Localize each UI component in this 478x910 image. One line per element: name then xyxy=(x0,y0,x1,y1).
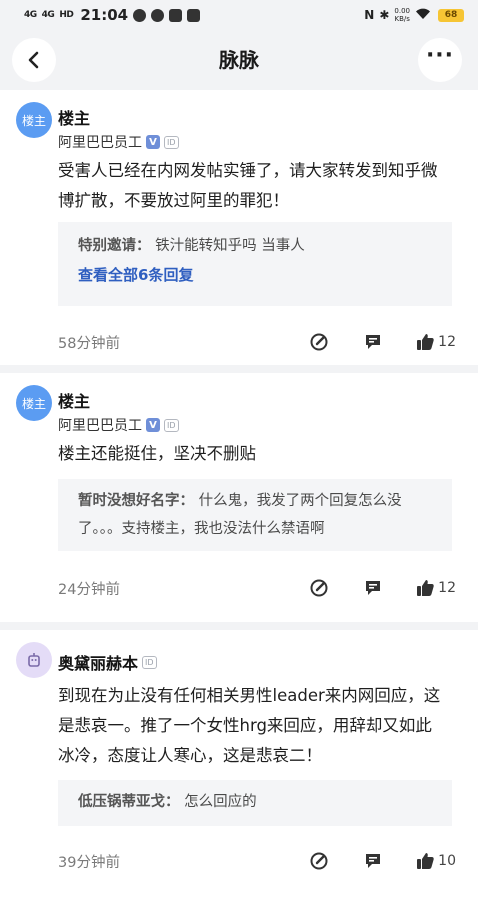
page-title: 脉脉 xyxy=(219,48,259,72)
user-meta: 阿里巴巴员工 V ID xyxy=(58,415,179,435)
edit-button[interactable] xyxy=(307,576,331,600)
comment-card: 楼主 楼主 阿里巴巴员工 V ID 楼主还能挺住，坚决不删贴 暂时没想好名字： … xyxy=(0,373,478,630)
reply-author[interactable]: 低压锅蒂亚戈： xyxy=(78,794,180,810)
bluetooth-icon: ✱ xyxy=(379,8,390,22)
avatar[interactable] xyxy=(16,642,52,678)
status-bar: 4G 4G HD 21:04 N ✱ 0.00 KB/s 68 xyxy=(0,0,478,30)
comment-footer: 58分钟前 12 xyxy=(58,327,456,357)
clock: 21:04 xyxy=(80,6,129,24)
comment-button[interactable] xyxy=(361,576,385,600)
username[interactable]: 楼主 xyxy=(58,388,90,412)
verified-icon: V xyxy=(146,135,160,149)
reply-author[interactable]: 暂时没想好名字： xyxy=(78,493,194,509)
like-button[interactable]: 10 xyxy=(415,851,456,871)
timestamp: 24分钟前 xyxy=(58,581,120,598)
timestamp: 39分钟前 xyxy=(58,854,120,871)
comment-icon xyxy=(366,335,381,349)
edit-button[interactable] xyxy=(307,849,331,873)
user-meta: 阿里巴巴员工 V ID xyxy=(58,132,179,152)
company-label: 阿里巴巴员工 xyxy=(58,418,142,434)
thumbs-up-icon xyxy=(417,853,434,869)
id-badge: ID xyxy=(142,655,157,669)
username[interactable]: 奥黛丽赫本 xyxy=(58,650,138,674)
wifi-icon xyxy=(415,7,431,24)
like-button[interactable]: 12 xyxy=(415,578,456,598)
reply-author[interactable]: 特别邀请： xyxy=(78,238,151,254)
comment-button[interactable] xyxy=(361,330,385,354)
thumbs-up-icon xyxy=(417,334,434,350)
verified-icon: V xyxy=(146,418,160,432)
reply-line: 特别邀请： 铁汁能转知乎吗 当事人 xyxy=(78,232,432,260)
reply-text: 铁汁能转知乎吗 当事人 xyxy=(155,238,305,254)
chat-notification-icon xyxy=(133,8,147,22)
more-button[interactable]: ··· xyxy=(418,38,462,82)
like-button[interactable]: 12 xyxy=(415,332,456,352)
comment-icon xyxy=(366,581,381,595)
reply-box[interactable]: 特别邀请： 铁汁能转知乎吗 当事人 查看全部6条回复 xyxy=(58,222,452,306)
net-speed-unit: KB/s xyxy=(394,15,410,23)
reply-box[interactable]: 低压锅蒂亚戈： 怎么回应的 xyxy=(58,780,452,826)
comment-card: 奥黛丽赫本 ID 到现在为止没有任何相关男性leader来内网回应，这是悲哀一。… xyxy=(0,630,478,910)
reply-line: 低压锅蒂亚戈： 怎么回应的 xyxy=(78,788,432,816)
net-speed: 0.00 KB/s xyxy=(394,7,410,23)
nfc-icon: N xyxy=(364,8,375,22)
avatar[interactable]: 楼主 xyxy=(16,385,52,421)
gallery-notification-icon xyxy=(169,8,183,22)
like-count: 12 xyxy=(438,334,456,350)
bag-notification-icon xyxy=(187,8,201,22)
app-notification-icon xyxy=(151,8,165,22)
top-nav-bar: 脉脉 ··· xyxy=(0,30,478,90)
id-badge: ID xyxy=(164,135,179,149)
edit-icon xyxy=(310,333,328,351)
reply-box[interactable]: 暂时没想好名字： 什么鬼，我发了两个回复怎么没了。。。支持楼主，我也没法什么禁语… xyxy=(58,479,452,551)
like-count: 10 xyxy=(438,853,456,869)
like-count: 12 xyxy=(438,580,456,596)
comment-card: 楼主 楼主 阿里巴巴员工 V ID 受害人已经在内网发帖实锤了，请大家转发到知乎… xyxy=(0,90,478,373)
comment-feed[interactable]: 楼主 楼主 阿里巴巴员工 V ID 受害人已经在内网发帖实锤了，请大家转发到知乎… xyxy=(0,90,478,910)
edit-icon xyxy=(310,579,328,597)
back-button[interactable] xyxy=(12,38,56,82)
reply-text: 怎么回应的 xyxy=(184,794,257,810)
view-all-replies-link[interactable]: 查看全部6条回复 xyxy=(78,260,432,290)
edit-button[interactable] xyxy=(307,330,331,354)
comment-text: 受害人已经在内网发帖实锤了，请大家转发到知乎微博扩散，不要放过阿里的罪犯！ xyxy=(58,161,438,210)
company-label: 阿里巴巴员工 xyxy=(58,135,142,151)
hd-indicator: HD xyxy=(59,10,74,20)
avatar[interactable]: 楼主 xyxy=(16,102,52,138)
timestamp: 58分钟前 xyxy=(58,335,120,352)
edit-icon xyxy=(310,852,328,870)
back-arrow-icon xyxy=(28,51,39,69)
robot-avatar-icon xyxy=(28,653,40,667)
battery-indicator: 68 xyxy=(438,8,464,22)
thumbs-up-icon xyxy=(417,580,434,596)
signal-1-indicator: 4G xyxy=(24,10,37,20)
reply-line: 暂时没想好名字： 什么鬼，我发了两个回复怎么没了。。。支持楼主，我也没法什么禁语… xyxy=(78,487,432,543)
comment-button[interactable] xyxy=(361,849,385,873)
signal-2-indicator: 4G xyxy=(41,10,55,20)
comment-text: 楼主还能挺住，坚决不删贴 xyxy=(58,444,256,463)
user-meta: 奥黛丽赫本 ID xyxy=(58,650,157,674)
comment-text: 到现在为止没有任何相关男性leader来内网回应，这是悲哀一。推了一个女性hrg… xyxy=(58,686,441,765)
username[interactable]: 楼主 xyxy=(58,105,90,129)
more-dots-icon: ··· xyxy=(425,43,455,68)
comment-icon xyxy=(366,854,381,868)
id-badge: ID xyxy=(164,418,179,432)
net-speed-value: 0.00 xyxy=(394,7,410,15)
comment-footer: 24分钟前 12 xyxy=(58,573,456,603)
comment-footer: 39分钟前 10 xyxy=(58,846,456,876)
